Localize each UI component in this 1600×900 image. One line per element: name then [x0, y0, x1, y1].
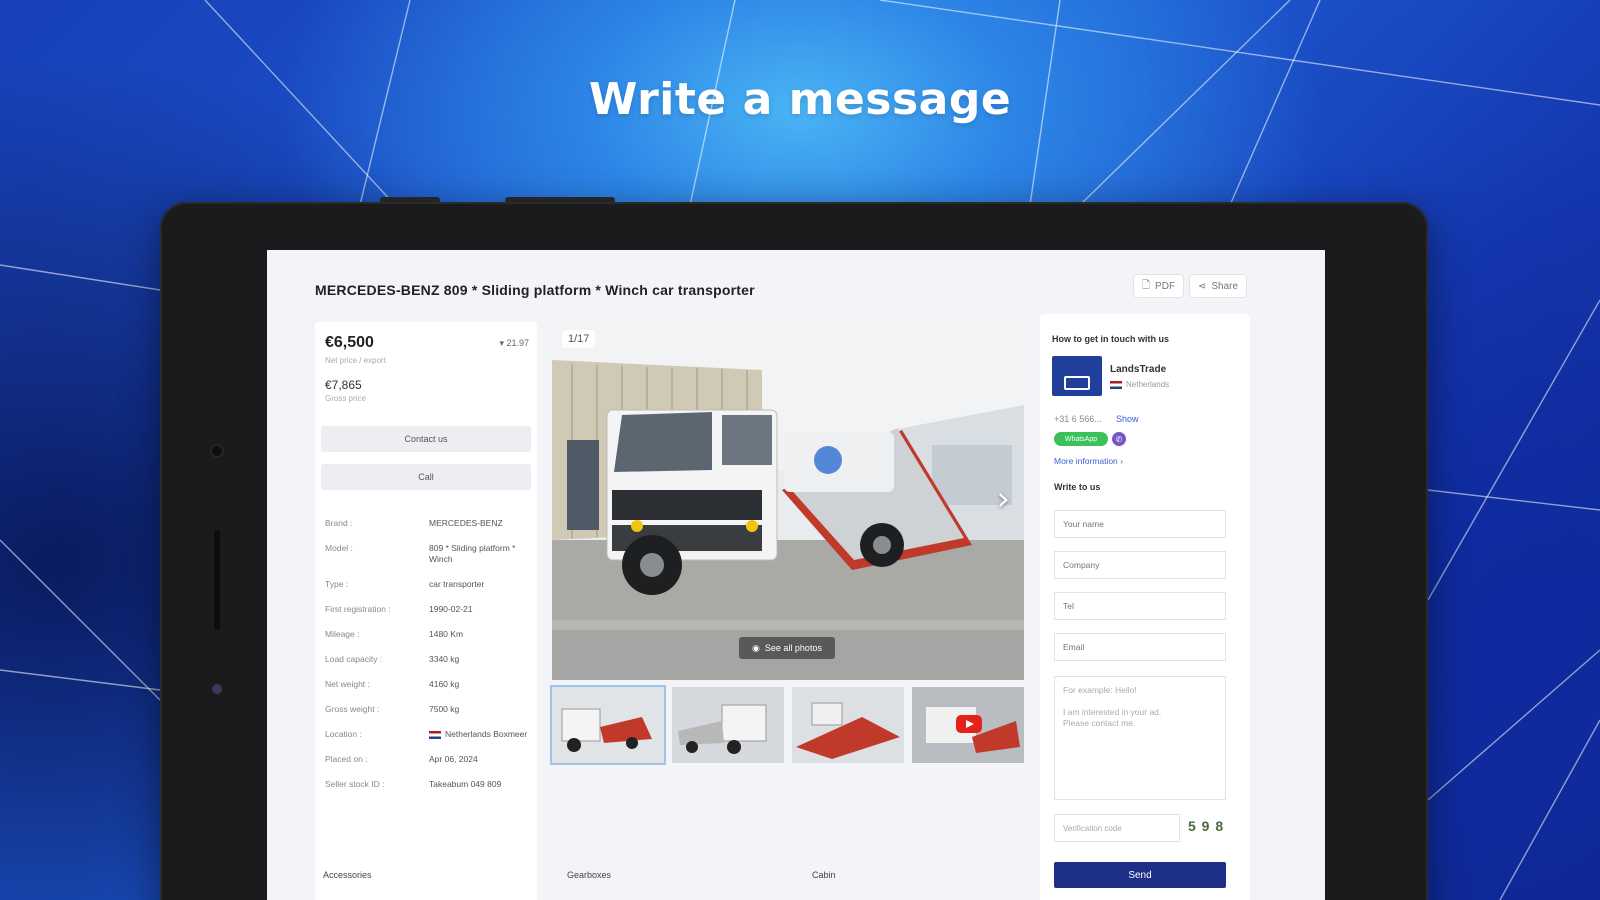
send-button[interactable]: Send [1054, 862, 1226, 888]
spec-value: car transporter [429, 579, 485, 589]
net-price-note: Net price / export [325, 356, 386, 365]
spec-row: Placed on : Apr 06, 2024 [325, 754, 531, 765]
share-button[interactable]: ⋖ Share [1189, 274, 1248, 298]
spec-value: 1990-02-21 [429, 604, 473, 614]
whatsapp-button[interactable]: WhatsApp [1054, 432, 1108, 446]
contact-us-button[interactable]: Contact us [321, 426, 531, 452]
photo-gallery[interactable]: 1/17 › ◉ See all photos [552, 320, 1024, 680]
spec-value: 3340 kg [429, 654, 460, 664]
truck-icon [1064, 376, 1090, 390]
spec-value: Takeabum 049 809 [429, 779, 502, 789]
location-text: Netherlands Boxmeer [445, 729, 528, 739]
app-screen: MERCEDES-BENZ 809 * Sliding platform * W… [267, 250, 1325, 900]
seller-name[interactable]: LandsTrade [1110, 364, 1166, 375]
captcha-input[interactable]: Verification code [1054, 814, 1180, 842]
price-and-specs-panel: €6,500 Net price / export ▾ 21.97 €7,865… [315, 322, 537, 900]
see-all-photos-button[interactable]: ◉ See all photos [739, 637, 835, 659]
spec-key: Brand : [325, 518, 353, 528]
see-all-label: See all photos [764, 643, 822, 653]
spec-row: Load capacity : 3340 kg [325, 654, 531, 665]
contact-heading: How to get in touch with us [1052, 334, 1169, 344]
thumbnail-1[interactable] [550, 685, 666, 765]
message-textarea[interactable]: For example: Hello! I am interested in y… [1054, 676, 1226, 800]
seller-country: Netherlands [1110, 380, 1169, 389]
spec-row: Seller stock ID : Takeabum 049 809 [325, 779, 531, 790]
net-price: €6,500 [325, 334, 374, 351]
photo-counter: 1/17 [562, 330, 596, 348]
spec-row: Mileage : 1480 Km [325, 629, 531, 640]
phone-input[interactable] [1054, 592, 1226, 620]
company-input[interactable] [1054, 551, 1226, 579]
spec-list: Brand : MERCEDES-BENZ Model : 809 * Slidin… [325, 518, 531, 804]
contact-panel: How to get in touch with us LandsTrade N… [1040, 314, 1250, 900]
netherlands-flag-icon [1110, 380, 1122, 389]
price-change: ▾ 21.97 [499, 338, 529, 348]
camera-icon: ◉ [752, 642, 760, 653]
spec-row: Brand : MERCEDES-BENZ [325, 518, 531, 529]
captcha-image: 5 9 8 [1188, 818, 1225, 834]
spec-key: Net weight : [325, 679, 370, 689]
spec-value: MERCEDES-BENZ [429, 518, 503, 528]
spec-key: Placed on : [325, 754, 368, 764]
truck-photo [552, 320, 1024, 680]
spec-key: Location : [325, 729, 362, 739]
spec-key: Gross weight : [325, 704, 380, 714]
promo-headline: Write a message [588, 74, 1012, 125]
tab-gearboxes[interactable]: Gearboxes [567, 870, 611, 880]
pdf-label: PDF [1155, 280, 1176, 292]
spec-key: Load capacity : [325, 654, 383, 664]
tablet-speaker [214, 530, 220, 630]
spec-row: First registration : 1990-02-21 [325, 604, 531, 615]
name-input[interactable] [1054, 510, 1226, 538]
youtube-play-icon [956, 715, 982, 733]
show-phone-link[interactable]: Show [1116, 414, 1139, 424]
document-icon: 🗋 [1142, 279, 1151, 291]
email-input[interactable] [1054, 633, 1226, 661]
spec-value: 1480 Km [429, 629, 464, 639]
share-label: Share [1211, 280, 1239, 292]
spec-row: Net weight : 4160 kg [325, 679, 531, 690]
spec-key: First registration : [325, 604, 391, 614]
netherlands-flag-icon [429, 730, 441, 739]
spec-row: Location : Netherlands Boxmeer [325, 729, 531, 740]
more-information-link[interactable]: More information › [1054, 456, 1123, 466]
spec-key: Seller stock ID : [325, 779, 385, 789]
spec-value: 809 * Sliding platform * Winch [429, 543, 516, 564]
spec-key: Model : [325, 543, 353, 553]
listing-title: MERCEDES-BENZ 809 * Sliding platform * W… [315, 282, 755, 298]
thumbnail-video[interactable] [912, 687, 1024, 763]
thumbnail-strip [550, 685, 1024, 765]
spec-value: 4160 kg [429, 679, 460, 689]
gross-price-note: Gross price [325, 394, 366, 403]
call-button[interactable]: Call [321, 464, 531, 490]
next-photo-chevron-icon[interactable]: › [996, 482, 1010, 516]
spec-key: Type : [325, 579, 349, 589]
gross-price: €7,865 [325, 378, 362, 392]
share-icon: ⋖ [1198, 280, 1207, 292]
thumbnail-2[interactable] [672, 687, 784, 763]
tab-cabin[interactable]: Cabin [812, 870, 836, 880]
spec-row: Type : car transporter [325, 579, 531, 590]
viber-icon[interactable]: ✆ [1112, 432, 1126, 446]
spec-value: Apr 06, 2024 [429, 754, 478, 764]
spec-value: 7500 kg [429, 704, 460, 714]
tablet-camera [210, 444, 224, 458]
spec-row: Gross weight : 7500 kg [325, 704, 531, 715]
tablet-sensor [212, 684, 222, 694]
thumbnail-3[interactable] [792, 687, 904, 763]
write-to-us-heading: Write to us [1054, 482, 1101, 492]
spec-value: Netherlands Boxmeer [429, 729, 531, 740]
seller-country-text: Netherlands [1126, 380, 1170, 389]
seller-phone: +31 6 566... [1054, 414, 1102, 424]
pdf-button[interactable]: 🗋 PDF [1133, 274, 1185, 298]
spec-key: Mileage : [325, 629, 360, 639]
tab-accessories[interactable]: Accessories [323, 870, 372, 880]
seller-logo [1052, 356, 1102, 396]
spec-row: Model : 809 * Sliding platform * Winch [325, 543, 531, 565]
